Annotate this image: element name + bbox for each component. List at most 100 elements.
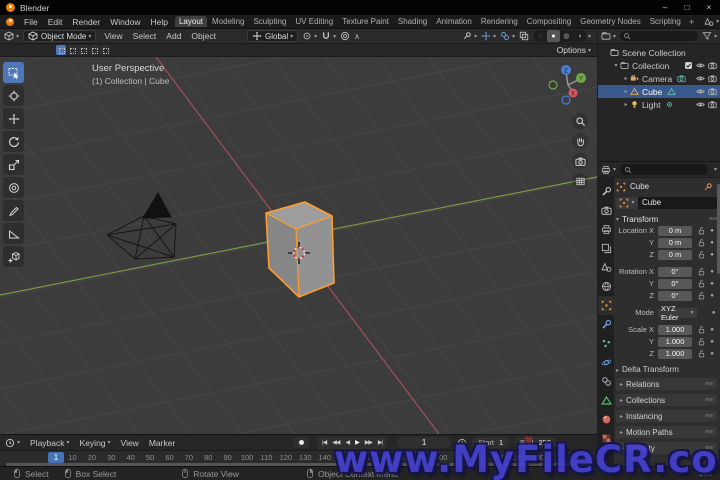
pin-icon[interactable] <box>703 182 713 192</box>
properties-tab-render[interactable] <box>598 201 614 220</box>
preview-range-clock-icon[interactable] <box>457 438 467 448</box>
animate-dot-icon[interactable]: ● <box>710 310 717 316</box>
tab-uv-editing[interactable]: UV Editing <box>291 16 337 27</box>
menu-help[interactable]: Help <box>145 17 172 27</box>
outliner-search-field[interactable] <box>620 31 698 41</box>
jump-to-start-button[interactable]: |◀ <box>319 439 329 446</box>
shading-dropdown-icon[interactable]: ▾ <box>588 33 591 40</box>
tool-move-button[interactable] <box>3 108 24 129</box>
panel-visibility[interactable]: ▸ Visibility ≡≡ <box>616 442 717 454</box>
tool-measure-button[interactable] <box>3 223 24 244</box>
collection-checkbox-icon[interactable] <box>684 61 693 70</box>
timeline-menu-view[interactable]: View <box>116 438 144 448</box>
zoom-button[interactable] <box>572 113 588 129</box>
play-reverse-button[interactable]: ◀ <box>342 439 352 446</box>
tool-scale-button[interactable] <box>3 154 24 175</box>
select-mode-invert[interactable] <box>89 45 99 55</box>
viewport-menu-add[interactable]: Add <box>161 31 186 41</box>
animate-dot-icon[interactable]: ● <box>708 269 716 275</box>
panel-collections[interactable]: ▸ Collections ≡≡ <box>616 394 717 406</box>
hide-eye-icon[interactable] <box>696 74 705 83</box>
animate-dot-icon[interactable]: ● <box>708 339 716 345</box>
value-field[interactable]: 1.000 <box>658 336 692 347</box>
ortho-toggle-button[interactable] <box>572 173 588 189</box>
value-field[interactable]: 1.000 <box>658 324 692 335</box>
viewport-menu-view[interactable]: View <box>99 31 127 41</box>
tab-texture-paint[interactable]: Texture Paint <box>338 16 393 27</box>
panel-instancing[interactable]: ▸ Instancing ≡≡ <box>616 410 717 422</box>
camera-view-button[interactable] <box>572 153 588 169</box>
transform-orientation-dropdown[interactable]: Global ▾ <box>247 30 299 42</box>
lock-icon[interactable] <box>695 250 708 259</box>
gizmo-dropdown-button[interactable]: ▾ <box>462 31 477 41</box>
shading-wireframe-button[interactable]: ◌ <box>534 30 547 42</box>
current-frame-badge[interactable]: 1 <box>48 452 64 463</box>
timeline-ruler[interactable]: 1 10 20 30 40 50 60 70 80 90 100 110 120 130 140 150 16… <box>0 450 597 466</box>
hide-eye-icon[interactable] <box>696 61 705 70</box>
properties-tab-object[interactable] <box>598 296 614 315</box>
shading-material-button[interactable]: ◍ <box>560 30 573 42</box>
lock-icon[interactable] <box>695 349 708 358</box>
outliner-row-cube[interactable]: ▸ Cube <box>598 85 720 98</box>
properties-tab-material[interactable] <box>598 410 614 429</box>
frame-start-field[interactable]: Start 1 <box>472 437 510 448</box>
tab-animation[interactable]: Animation <box>432 16 476 27</box>
show-gizmos-toggle[interactable]: ▾ <box>481 31 496 41</box>
viewport-3d[interactable]: User Perspective (1) Collection | Cube Z… <box>0 57 597 434</box>
disclosure-icon[interactable]: ▸ <box>622 101 630 108</box>
tab-modeling[interactable]: Modeling <box>208 16 248 27</box>
select-mode-set[interactable] <box>56 45 66 55</box>
delta-transform-panel[interactable]: ▸ Delta Transform <box>616 365 717 374</box>
object-type-dropdown[interactable]: ▾ <box>616 196 638 209</box>
options-button[interactable]: Options ▾ <box>557 45 591 55</box>
tab-geometry-nodes[interactable]: Geometry Nodes <box>576 16 644 27</box>
transform-panel-header[interactable]: ▾ Transform ≡≡ <box>616 215 717 224</box>
tool-annotate-button[interactable] <box>3 200 24 221</box>
object-name-input[interactable]: Cube <box>638 196 717 209</box>
timeline-menu-keying[interactable]: Keying ▾ <box>75 438 116 448</box>
panel-relations[interactable]: ▸ Relations ≡≡ <box>616 378 717 390</box>
current-frame-field[interactable]: 1 <box>397 437 452 448</box>
properties-tab-physics[interactable] <box>598 353 614 372</box>
value-field[interactable]: 0° <box>658 290 692 301</box>
navigation-gizmo[interactable]: Z Y X <box>545 62 589 106</box>
tab-shading[interactable]: Shading <box>394 16 431 27</box>
properties-tab-world[interactable] <box>598 277 614 296</box>
add-workspace-button[interactable]: + <box>685 17 698 27</box>
lock-icon[interactable] <box>695 279 708 288</box>
disclosure-icon[interactable]: ▸ <box>622 88 630 95</box>
value-field[interactable]: 0 m <box>658 237 692 248</box>
menu-file[interactable]: File <box>19 17 43 27</box>
menu-window[interactable]: Window <box>105 17 145 27</box>
tool-add-cube-button[interactable] <box>3 246 24 267</box>
animate-dot-icon[interactable]: ● <box>708 228 716 234</box>
tool-rotate-button[interactable] <box>3 131 24 152</box>
lock-icon[interactable] <box>695 291 708 300</box>
animate-dot-icon[interactable]: ● <box>708 252 716 258</box>
shading-rendered-button[interactable]: ◑ <box>573 30 586 42</box>
next-keyframe-button[interactable]: ▶▶ <box>362 439 375 446</box>
tab-sculpting[interactable]: Sculpting <box>249 16 290 27</box>
outliner-filter-icon[interactable] <box>702 31 712 41</box>
pivot-point-button[interactable]: ▾ <box>302 31 317 41</box>
outliner-row-light[interactable]: ▸ Light <box>598 98 720 111</box>
viewport-menu-select[interactable]: Select <box>128 31 162 41</box>
select-mode-intersect[interactable] <box>100 45 110 55</box>
value-field[interactable]: 0° <box>658 278 692 289</box>
outliner-row-scene-collection[interactable]: Scene Collection <box>598 46 720 59</box>
maximize-button[interactable]: □ <box>676 0 698 15</box>
editor-type-button[interactable]: ▾ <box>4 31 19 41</box>
menu-edit[interactable]: Edit <box>43 17 68 27</box>
tab-layout[interactable]: Layout <box>174 16 207 27</box>
timeline-menu-marker[interactable]: Marker <box>144 438 180 448</box>
select-mode-extend[interactable] <box>67 45 77 55</box>
play-button[interactable]: ▶ <box>352 439 362 446</box>
lock-icon[interactable] <box>695 226 708 235</box>
render-visibility-icon[interactable] <box>708 100 717 109</box>
mode-dropdown[interactable]: XYZ Euler ▾ <box>658 304 697 322</box>
minimize-button[interactable]: – <box>654 0 676 15</box>
lock-icon[interactable] <box>695 337 708 346</box>
panel-motion-paths[interactable]: ▸ Motion Paths ≡≡ <box>616 426 717 438</box>
value-field[interactable]: 0 m <box>658 225 692 236</box>
outliner-row-collection[interactable]: ▾ Collection <box>598 59 720 72</box>
